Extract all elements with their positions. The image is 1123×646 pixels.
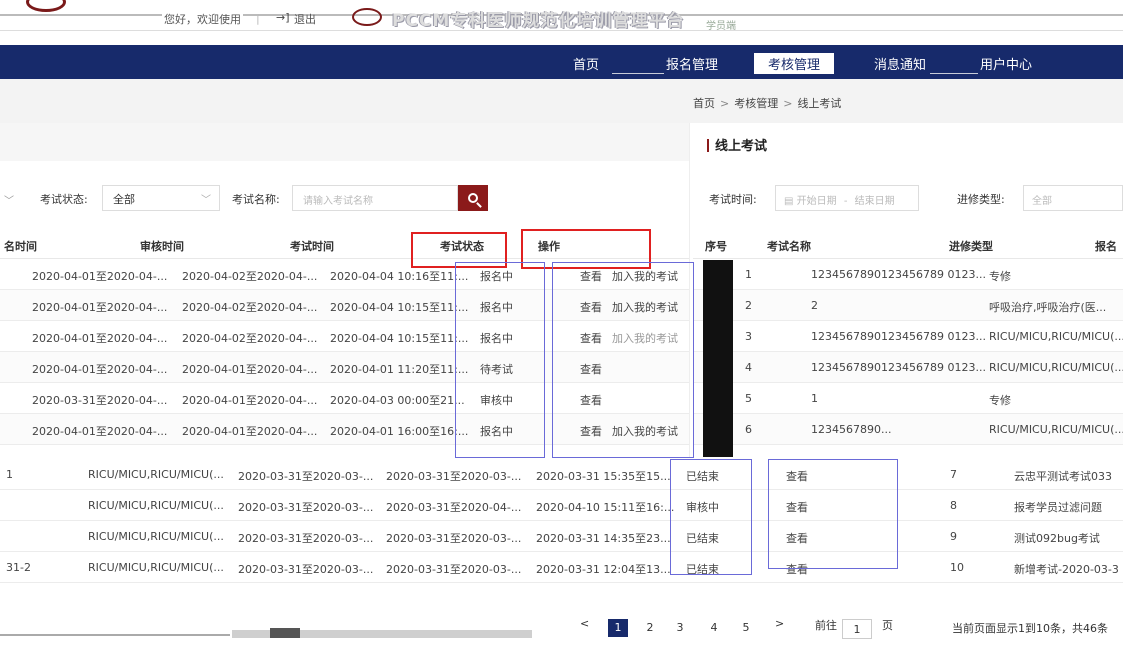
table-row: 1 1234567890123456789 0123... 专修 (693, 259, 1123, 290)
breadcrumb-band: 首页 > 考核管理 > 线上考试 (0, 79, 1123, 123)
right-filter-bar: 考试时间: ▤ 开始日期 - 结束日期 进修类型: 全部 (693, 185, 1123, 213)
brand-subtitle: 学员端 (706, 21, 736, 32)
type-filter-label: 进修类型: (957, 193, 1005, 206)
breadcrumb-home[interactable]: 首页 (693, 97, 715, 110)
search-icon (468, 193, 478, 203)
section-title: 线上考试 (707, 135, 767, 154)
page-3[interactable]: 3 (670, 619, 690, 637)
overlay-outline (768, 459, 898, 569)
goto-label: 前往 (815, 619, 837, 632)
col-enroll: 报名 (1095, 240, 1117, 253)
chevron-down-icon: ﹀ (201, 195, 211, 206)
nav-underline (930, 73, 978, 74)
main-nav: 首页 报名管理 考核管理 消息通知 用户中心 (0, 45, 1123, 79)
col-training-type: 进修类型 (949, 240, 993, 253)
chevron-down-icon[interactable]: ﹀ (4, 192, 14, 207)
nav-underline (612, 73, 664, 74)
breadcrumb: 首页 > 考核管理 > 线上考试 (693, 97, 842, 110)
search-button[interactable] (458, 185, 488, 211)
brand-seal-icon (352, 8, 382, 26)
nav-assessment[interactable]: 考核管理 (754, 53, 835, 74)
col-index: 序号 (705, 240, 727, 253)
table-row: 2 2 呼吸治疗,呼吸治疗(医... (693, 290, 1123, 321)
right-table-body: 1 1234567890123456789 0123... 专修 2 2 呼吸治… (693, 259, 1123, 445)
table-row: 6 1234567890... RICU/MICU,RICU/MICU(... (693, 414, 1123, 445)
page-5[interactable]: 5 (736, 619, 756, 637)
nav-enrollment[interactable]: 报名管理 (666, 54, 718, 73)
logout-icon[interactable]: →] (276, 11, 290, 24)
nav-user-center[interactable]: 用户中心 (980, 54, 1032, 73)
goto-page-input[interactable]: 1 (842, 619, 872, 639)
next-page-button[interactable]: > (775, 617, 784, 630)
page-unit: 页 (882, 619, 893, 632)
table-row: 31-2 RICU/MICU,RICU/MICU(... 2020-03-31至… (0, 552, 1123, 583)
page-2[interactable]: 2 (640, 619, 660, 637)
logout-link[interactable]: 退出 (294, 11, 316, 27)
footer-strip (0, 628, 560, 646)
overlay-outline (552, 262, 694, 458)
lower-table-body: 1 RICU/MICU,RICU/MICU(... 2020-03-31至202… (0, 459, 1123, 583)
table-row: 5 1 专修 (693, 383, 1123, 414)
date-range-picker[interactable]: ▤ 开始日期 - 结束日期 (775, 185, 919, 211)
prev-page-button[interactable]: < (580, 617, 589, 630)
left-filter-bar: ﹀ 考试状态: 全部 ﹀ 考试名称: 请输入考试名称 (0, 185, 689, 213)
redaction-block (703, 260, 733, 457)
col-exam-time: 考试时间 (290, 240, 334, 253)
page-4[interactable]: 4 (704, 619, 724, 637)
status-filter-label: 考试状态: (40, 193, 88, 206)
nav-messages[interactable]: 消息通知 (874, 54, 926, 73)
status-filter-select[interactable]: 全部 ﹀ (102, 185, 220, 211)
col-exam-name: 考试名称 (767, 240, 811, 253)
right-exam-panel: 线上考试 考试时间: ▤ 开始日期 - 结束日期 进修类型: 全部 序号 考试名… (693, 123, 1123, 458)
page-1[interactable]: 1 (608, 619, 628, 637)
table-row: 3 1234567890123456789 0123... RICU/MICU,… (693, 321, 1123, 352)
top-header: 您好，欢迎使用 | →] 退出 PCCM专科医师规范化培训管理平台 学员端 (0, 0, 1123, 44)
col-review-time: 审核时间 (140, 240, 184, 253)
nav-home[interactable]: 首页 (573, 54, 599, 73)
university-seal-icon (26, 0, 66, 12)
header-separator: | (256, 12, 260, 25)
type-filter-select[interactable]: 全部 (1023, 185, 1123, 211)
calendar-icon: ▤ (784, 196, 797, 207)
table-row: RICU/MICU,RICU/MICU(... 2020-03-31至2020-… (0, 490, 1123, 521)
table-row: 4 1234567890123456789 0123... RICU/MICU,… (693, 352, 1123, 383)
name-filter-label: 考试名称: (232, 193, 280, 206)
table-row: RICU/MICU,RICU/MICU(... 2020-03-31至2020-… (0, 521, 1123, 552)
overlay-outline (455, 262, 545, 458)
exam-name-input[interactable]: 请输入考试名称 (292, 185, 458, 211)
greeting-text: 您好，欢迎使用 (162, 11, 243, 27)
overlay-outline (670, 459, 752, 575)
breadcrumb-mid[interactable]: 考核管理 (734, 97, 778, 110)
panel-head-strip (0, 123, 689, 161)
pagination-summary: 当前页面显示1到10条，共46条 (952, 622, 1108, 635)
table-row: 1 RICU/MICU,RICU/MICU(... 2020-03-31至202… (0, 459, 1123, 490)
breadcrumb-current: 线上考试 (797, 97, 842, 110)
right-table-header: 序号 考试名称 进修类型 报名 (693, 229, 1123, 259)
brand-title: PCCM专科医师规范化培训管理平台 (392, 11, 685, 31)
col-enroll-time: 名时间 (4, 240, 37, 253)
time-filter-label: 考试时间: (709, 193, 757, 206)
